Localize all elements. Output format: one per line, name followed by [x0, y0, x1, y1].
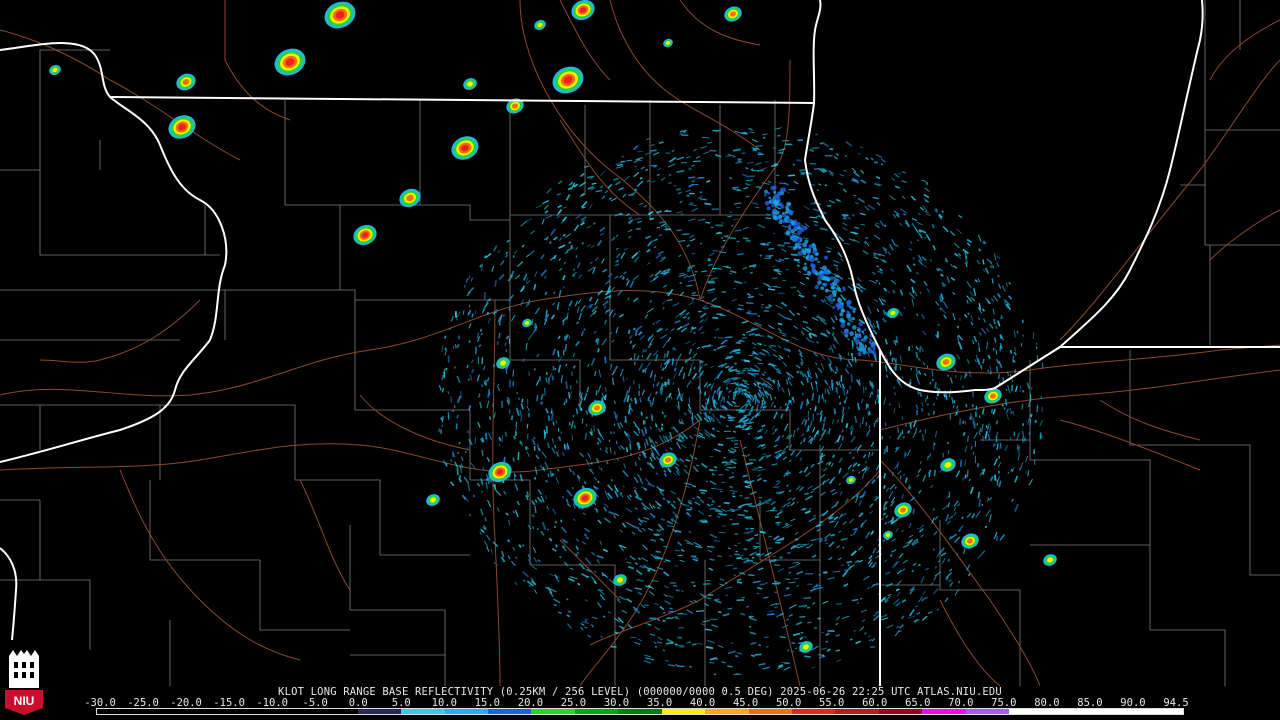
colorbar-segment	[183, 709, 228, 714]
colorbar-segment	[878, 709, 923, 714]
logo-text: NIU	[14, 694, 35, 708]
radar-map	[0, 0, 1280, 686]
colorbar-segment	[922, 709, 966, 714]
reflectivity-colorbar	[96, 708, 1184, 715]
colorbar-tick-label: 55.0	[819, 697, 845, 709]
colorbar-tick-label: -15.0	[213, 697, 245, 709]
niu-logo-icon: NIU	[3, 648, 45, 716]
colorbar-segment	[531, 709, 575, 714]
colorbar-tick-label: 80.0	[1034, 697, 1060, 709]
colorbar-tick-label: 50.0	[775, 697, 802, 709]
colorbar-tick-label: 5.0	[391, 697, 411, 709]
colorbar-tick-label: 94.5	[1163, 697, 1189, 709]
colorbar-segment	[661, 709, 706, 714]
colorbar-segment	[574, 709, 619, 714]
colorbar-segment	[1096, 709, 1140, 714]
colorbar-tick-label: 85.0	[1077, 697, 1103, 709]
colorbar-segment	[1139, 709, 1183, 714]
colorbar-tick-label: 70.0	[948, 697, 974, 709]
colorbar-tick-label: 35.0	[646, 697, 673, 709]
colorbar-segment	[705, 709, 749, 714]
colorbar-segment	[270, 709, 315, 714]
colorbar-segment	[792, 709, 836, 714]
colorbar-tick-label: 15.0	[474, 697, 501, 709]
colorbar-tick-label: 0.0	[348, 697, 368, 709]
colorbar-segment	[618, 709, 662, 714]
colorbar-tick-labels: -30.0 -25.0 -20.0 -15.0 -10.0 -5.0 0.0 5.0 10.0 1…	[0, 697, 1280, 709]
colorbar-tick-label: -30.0	[84, 697, 116, 709]
colorbar-segment	[97, 709, 141, 714]
colorbar-tick-label: 10.0	[431, 697, 457, 709]
colorbar-tick-label: 90.0	[1120, 697, 1146, 709]
colorbar-tick-label: -25.0	[127, 697, 159, 709]
colorbar-tick-label: 60.0	[862, 697, 888, 709]
colorbar-segment	[444, 709, 488, 714]
colorbar-segment	[748, 709, 792, 714]
colorbar-tick-label: -5.0	[302, 697, 328, 709]
colorbar-segment	[965, 709, 1010, 714]
radar-site-marker	[735, 394, 747, 406]
colorbar-segment	[227, 709, 271, 714]
colorbar-segment	[401, 709, 445, 714]
colorbar-segment	[357, 709, 402, 714]
colorbar-tick-label: 30.0	[603, 697, 630, 709]
colorbar-tick-label: 75.0	[991, 697, 1017, 709]
colorbar-segment	[1009, 709, 1053, 714]
colorbar-segment	[1052, 709, 1097, 714]
colorbar-segment	[487, 709, 532, 714]
colorbar-tick-label: 45.0	[732, 697, 759, 709]
colorbar-segment	[314, 709, 358, 714]
colorbar-segment	[140, 709, 184, 714]
colorbar-tick-label: -20.0	[170, 697, 202, 709]
colorbar-tick-label: 40.0	[689, 697, 716, 709]
colorbar-tick-label: -10.0	[256, 697, 288, 709]
colorbar-tick-label: 20.0	[517, 697, 544, 709]
colorbar-tick-label: 65.0	[905, 697, 931, 709]
colorbar-segment	[835, 709, 879, 714]
colorbar-tick-label: 25.0	[560, 697, 587, 709]
